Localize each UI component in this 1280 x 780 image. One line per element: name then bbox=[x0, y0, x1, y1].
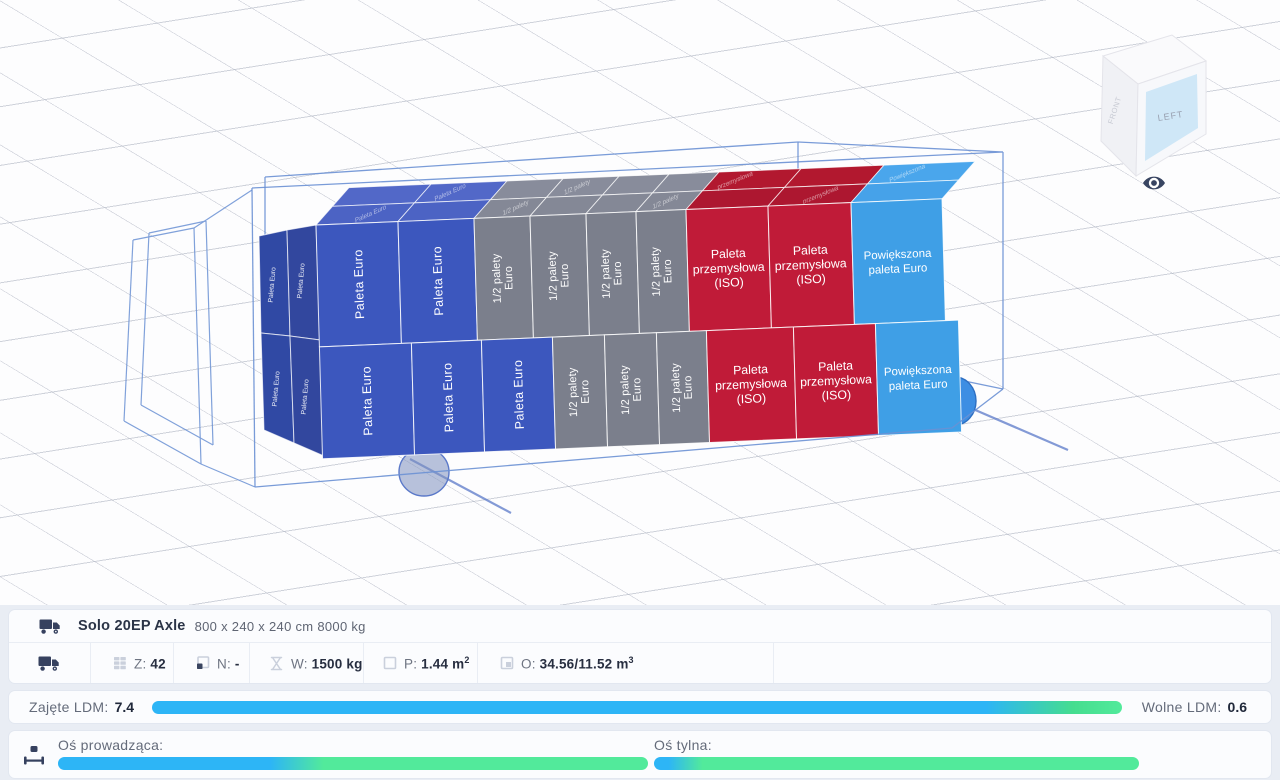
view-cube[interactable]: LEFT FRONT bbox=[1101, 35, 1206, 176]
pallet-label-line: Euro bbox=[682, 375, 695, 400]
ldm-used-label: Zajęte LDM: bbox=[29, 699, 109, 715]
pallet-label: Paleta Euro bbox=[511, 359, 527, 429]
pallet-label-line: 1/2 palety bbox=[567, 367, 580, 417]
pallet-label-line: Paleta bbox=[818, 358, 853, 373]
pallet-label-line: 1/2 palety bbox=[547, 251, 560, 301]
wire-roof-rear bbox=[798, 142, 1003, 152]
stats-vehicle-cell bbox=[9, 643, 91, 683]
stats-spacer bbox=[774, 643, 1271, 683]
cab-link-top bbox=[194, 190, 252, 228]
truck-icon bbox=[39, 618, 63, 635]
vehicle-name: Solo 20EP Axle bbox=[78, 618, 186, 634]
axle-spacer bbox=[1139, 731, 1271, 778]
cab-bottom-far bbox=[141, 405, 213, 445]
vehicle-card: Solo 20EP Axle 800 x 240 x 240 cm 8000 k… bbox=[8, 609, 1272, 684]
axle-rear-label: Oś tylna: bbox=[654, 737, 1139, 753]
stat-sup: 3 bbox=[629, 655, 634, 665]
pallet-label-line: Euro bbox=[559, 263, 572, 288]
info-panel: Solo 20EP Axle 800 x 240 x 240 cm 8000 k… bbox=[0, 605, 1280, 780]
pallet-label-line: paleta Euro bbox=[868, 262, 927, 276]
stats-row: Z: 42 N: - W: 1500 kg P: 1.44 m2 bbox=[9, 643, 1271, 683]
vehicle-header-row[interactable]: Solo 20EP Axle 800 x 240 x 240 cm 8000 k… bbox=[9, 610, 1271, 643]
vehicle-dimensions: 800 x 240 x 240 cm 8000 kg bbox=[195, 619, 366, 634]
boxes-icon bbox=[196, 656, 210, 670]
volume-icon bbox=[500, 656, 514, 670]
stat-sup: 2 bbox=[464, 655, 469, 665]
stat-label: N: bbox=[217, 656, 231, 671]
pallet-label: Paleta Euro bbox=[359, 366, 375, 436]
cab-link-bottom bbox=[201, 464, 255, 487]
pallet-label: Paleta Euro bbox=[430, 246, 446, 316]
ldm-card: Zajęte LDM: 7.4 Wolne LDM: 0.6 bbox=[8, 690, 1272, 724]
ldm-used-value: 7.4 bbox=[115, 699, 134, 715]
pallet-label: Paleta Euro bbox=[440, 362, 456, 432]
scene-canvas: Paleta Euro Paleta Euro Paleta Euro Pale… bbox=[0, 0, 1280, 605]
pallet-label-line: Paleta bbox=[793, 243, 828, 258]
area-icon bbox=[383, 656, 397, 670]
truck-icon bbox=[38, 655, 62, 672]
axle-load-card: Oś prowadząca: Oś tylna: bbox=[8, 730, 1272, 779]
stat-weight: W: 1500 kg bbox=[250, 643, 364, 683]
axle-rear-bar bbox=[654, 757, 1139, 770]
pallet-label: Paleta Euro bbox=[351, 249, 367, 319]
cab-back-far bbox=[206, 221, 213, 445]
stat-value: 1500 kg bbox=[312, 656, 363, 671]
pallet-label-line: (ISO) bbox=[736, 391, 766, 406]
pallet-label-line: Euro bbox=[579, 379, 592, 404]
pallet-label-line: 1/2 palety bbox=[619, 365, 632, 415]
stat-volume: O: 34.56/11.52 m3 bbox=[478, 643, 774, 683]
cab-front-far bbox=[141, 233, 149, 405]
axle-icon bbox=[23, 745, 45, 765]
stat-value: 1.44 m bbox=[421, 656, 464, 671]
pallet-label-line: Paleta bbox=[711, 246, 746, 261]
stat-pallet-count: Z: 42 bbox=[91, 643, 174, 683]
stat-label: P: bbox=[404, 656, 417, 671]
weight-icon bbox=[269, 656, 284, 671]
pallet-stack[interactable]: Paleta Euro Paleta Euro 1/2 palety 1/2 p… bbox=[315, 161, 983, 459]
cab-back-near bbox=[194, 228, 201, 464]
pallet-label-line: paleta Euro bbox=[889, 379, 948, 393]
stat-unstackable: N: - bbox=[174, 643, 250, 683]
stat-value: 42 bbox=[150, 656, 165, 671]
cab-wireframe bbox=[124, 190, 255, 487]
axle-rear-group: Oś tylna: bbox=[654, 731, 1139, 778]
stat-label: O: bbox=[521, 656, 536, 671]
pallet-label-line: (ISO) bbox=[821, 388, 851, 403]
viewport-3d[interactable]: Paleta Euro Paleta Euro Paleta Euro Pale… bbox=[0, 0, 1280, 605]
stat-label: Z: bbox=[134, 656, 146, 671]
stat-label: W: bbox=[291, 656, 308, 671]
axle-front-label: Oś prowadząca: bbox=[58, 737, 648, 753]
pallet-count-icon bbox=[113, 656, 127, 670]
eye-pupil bbox=[1151, 180, 1157, 186]
stat-value: - bbox=[235, 656, 240, 671]
cab-front-near bbox=[124, 240, 133, 421]
axle-front-bar bbox=[58, 757, 648, 770]
pallet-label-line: Euro bbox=[612, 261, 625, 286]
pallet-label-line: Euro bbox=[631, 377, 644, 402]
rear-axle-line bbox=[966, 406, 1068, 450]
pallet-label-line: 1/2 palety bbox=[650, 246, 663, 296]
pallet-label-line: 1/2 palety bbox=[670, 363, 683, 413]
ldm-progress-bar bbox=[152, 701, 1122, 714]
wire-corner-near-left bbox=[252, 188, 255, 487]
axle-front-group: Oś prowadząca: bbox=[58, 731, 648, 778]
cab-bottom-near bbox=[124, 421, 201, 464]
ldm-free-value: 0.6 bbox=[1228, 699, 1247, 715]
stat-value: 34.56/11.52 m bbox=[540, 656, 629, 671]
stat-area: P: 1.44 m2 bbox=[364, 643, 478, 683]
pallet-label-line: Paleta bbox=[733, 362, 768, 377]
axle-icon-wrap bbox=[9, 731, 58, 778]
pallet-stack-end-face[interactable]: Paleta Euro Paleta Euro Paleta Euro Pale… bbox=[259, 225, 324, 456]
eye-icon[interactable] bbox=[1143, 177, 1165, 190]
pallet-label-line: Euro bbox=[662, 259, 675, 284]
pallet-label-line: (ISO) bbox=[796, 272, 826, 287]
pallet-label-line: 1/2 palety bbox=[491, 253, 504, 303]
pallet-label-line: 1/2 palety bbox=[600, 248, 613, 298]
pallet-label-line: Euro bbox=[503, 266, 516, 291]
pallet-label-line: (ISO) bbox=[714, 275, 744, 290]
ldm-free-label: Wolne LDM: bbox=[1142, 699, 1222, 715]
